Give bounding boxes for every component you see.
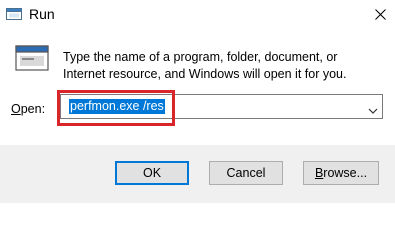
close-button[interactable] [365,0,395,31]
title-bar[interactable]: Run [0,0,395,31]
open-label-mnemonic: O [11,102,21,116]
run-icon [15,45,49,73]
button-bar: OK Cancel Browse... [0,145,395,203]
browse-button[interactable]: Browse... [303,161,379,185]
open-input-value[interactable]: perfmon.exe /res [69,99,165,114]
ok-button[interactable]: OK [115,161,189,185]
chevron-down-icon[interactable] [368,102,378,114]
browse-label: rowse... [323,166,368,180]
open-label-text: pen: [20,102,46,116]
run-dialog: Run Type the name of a program, folder, … [0,0,395,203]
dialog-description: Type the name of a program, folder, docu… [63,50,347,81]
cancel-button[interactable]: Cancel [209,161,283,185]
browse-mnemonic: B [314,166,324,180]
close-icon [374,7,386,25]
open-label: Open: [11,102,45,116]
run-icon [6,8,22,22]
window-title: Run [29,6,55,22]
open-combobox[interactable]: perfmon.exe /res [60,94,383,119]
